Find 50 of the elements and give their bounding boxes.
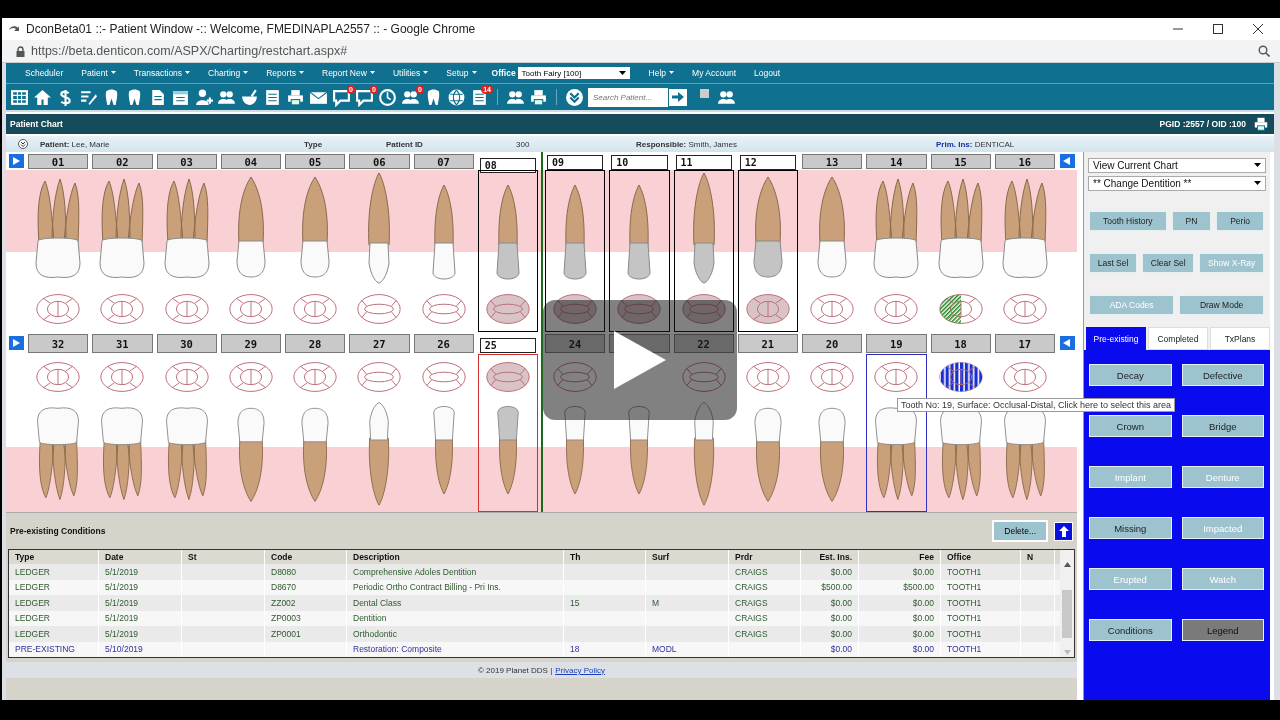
field-label: Type [304,139,324,149]
table-cell: LEDGER [9,564,99,580]
table-cell: 5/1/2019 [99,626,182,642]
table-cell: D8080 [265,564,347,580]
ids-text: PGID :2557 / OID :100 [1159,119,1246,129]
table-cell: Orthodontic [347,626,564,642]
table-cell: TOOTH1 [941,641,1021,657]
table-cell: $0.00 [859,641,941,657]
patient-id: 300 [516,139,531,149]
office-label: Office [490,68,517,78]
field-label: Patient ID [386,139,424,149]
field-label: Prim. Ins: [936,139,973,149]
copyright-text: © 2019 Planet DDS | [478,665,553,675]
insurance-name: DENTICAL [974,139,1015,149]
table-cell: 5/10/2019 [99,641,182,657]
table-cell: ZP0001 [265,626,347,642]
table-cell: $0.00 [801,626,859,642]
table-cell: LEDGER [9,595,99,611]
table-cell: 5/1/2019 [99,595,182,611]
table-cell: $0.00 [859,595,941,611]
patient-name: Lee, Marie [71,139,110,149]
table-cell: ZZ002 [265,595,347,611]
table-cell: 5/1/2019 [99,564,182,580]
table-cell: TOOTH1 [941,595,1021,611]
table-cell: $0.00 [801,595,859,611]
table-cell: M [646,595,729,611]
table-cell: Comprehensive Adoles Dentition [347,564,564,580]
tooltip: Tooth No: 19, Surface: Occlusal-Distal, Click here to select this area [897,398,1176,412]
table-cell: CRAIGS [729,564,801,580]
table-cell: $0.00 [859,564,941,580]
table-cell: Dental Class [347,595,564,611]
table-cell: 18 [564,641,646,657]
table-cell: $0.00 [801,641,859,657]
table-cell: $0.00 [859,626,941,642]
responsible-name: Smith, James [688,139,737,149]
field-label: Patient: [40,139,70,149]
section-title: Pre-existing Conditions [10,526,107,536]
table-cell: MODL [646,641,729,657]
table-cell: LEDGER [9,626,99,642]
table-cell: CRAIGS [729,626,801,642]
table-cell: PRE-EXISTING [9,641,99,657]
table-cell: CRAIGS [729,595,801,611]
table-cell: $0.00 [801,564,859,580]
table-cell: TOOTH1 [941,626,1021,642]
page-title: Patient Chart [10,119,63,129]
table-cell: TOOTH1 [941,564,1021,580]
table-cell: Restoration: Composite [347,641,564,657]
table-cell: 15 [564,595,646,611]
field-label: Responsible: [636,139,687,149]
window-title: DconBeta01 ::- Patient Window -:: Welcome, FMEDINAPLA2557 :: - Google Chrome [26,22,476,36]
